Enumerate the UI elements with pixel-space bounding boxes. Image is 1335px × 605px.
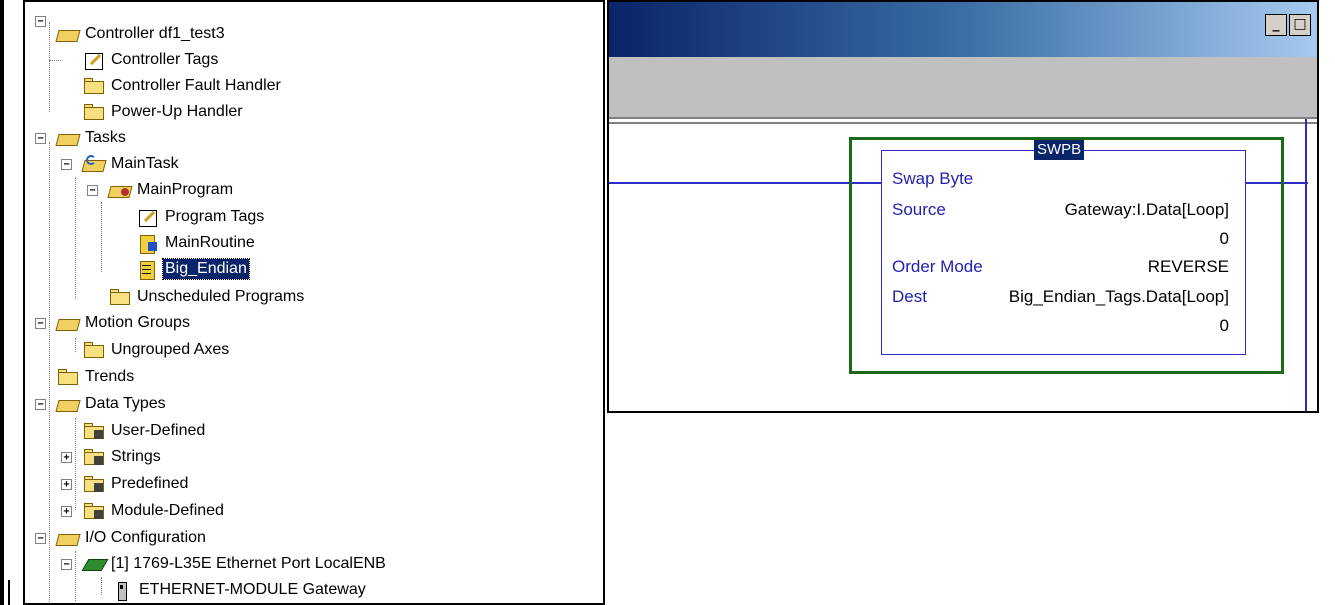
dest-value: 0 [1219, 316, 1229, 335]
source-value: 0 [1219, 229, 1229, 248]
folder-icon [83, 103, 105, 121]
collapse-icon[interactable]: − [61, 559, 72, 570]
tree-item-user-defined[interactable]: User-Defined [59, 418, 207, 444]
tree-label-tasks: Tasks [85, 129, 126, 146]
tree-label-controller-tags: Controller Tags [111, 51, 219, 68]
module-icon [111, 581, 133, 601]
ladder-rung-area[interactable]: SWPB Swap Byte Source Gateway:I.Data[Loo… [609, 119, 1317, 411]
tree-label-main-routine: MainRoutine [165, 234, 255, 251]
tree-item-motion-groups[interactable]: − Motion Groups [33, 310, 192, 336]
folder-icon [57, 368, 79, 386]
tree-label-predefined: Predefined [111, 475, 189, 492]
datatype-folder-icon [83, 448, 105, 466]
instruction-name[interactable]: SWPB [1034, 140, 1085, 160]
open-folder-icon [55, 129, 81, 147]
task-folder-icon [81, 155, 107, 173]
tree-item-controller[interactable]: − Controller df1_test3 [33, 16, 227, 47]
right-power-rail [1305, 119, 1307, 411]
open-folder-icon [55, 529, 81, 547]
tree-item-strings[interactable]: + Strings [59, 444, 163, 470]
tree-label-io-configuration: I/O Configuration [85, 529, 206, 546]
collapse-icon[interactable]: − [35, 133, 46, 144]
tree-item-main-program[interactable]: − MainProgram [85, 177, 235, 203]
controller-organizer-tree[interactable]: − Controller df1_test3 Controller Tags C… [23, 0, 605, 605]
tree-label-module-defined: Module-Defined [111, 502, 224, 519]
ladder-editor-window[interactable]: _ □ SWPB Swap Byte Source Gateway:I.Data… [607, 0, 1319, 413]
tree-label-controller: Controller df1_test3 [85, 25, 225, 42]
collapse-icon[interactable]: − [35, 399, 46, 410]
tree-label-strings: Strings [111, 448, 161, 465]
window-title-bar[interactable]: _ □ [609, 2, 1317, 57]
tags-edit-icon [83, 51, 105, 70]
restore-button[interactable]: □ [1289, 14, 1311, 36]
folder-icon [109, 288, 131, 306]
tree-item-program-tags[interactable]: Program Tags [137, 204, 266, 230]
tree-item-trends[interactable]: Trends [33, 364, 136, 390]
expand-icon[interactable]: + [61, 479, 72, 490]
tree-label-big-endian: Big_Endian [162, 258, 250, 280]
open-folder-icon [55, 395, 81, 413]
tree-item-big-endian[interactable]: Big_Endian [137, 256, 250, 282]
expand-icon[interactable]: + [61, 506, 72, 517]
tree-label-powerup-handler: Power-Up Handler [111, 103, 243, 120]
tags-edit-icon [137, 208, 159, 227]
tree-label-ethernet-port: [1] 1769-L35E Ethernet Port LocalENB [111, 555, 386, 572]
tree-label-user-defined: User-Defined [111, 422, 206, 439]
tree-label-main-program: MainProgram [137, 181, 234, 198]
rung-divider [609, 122, 1317, 124]
expand-icon[interactable]: + [61, 452, 72, 463]
collapse-icon[interactable]: − [87, 185, 98, 196]
tree-item-predefined[interactable]: + Predefined [59, 471, 190, 497]
instruction-description: Swap Byte [892, 169, 974, 188]
collapse-icon[interactable]: − [35, 533, 46, 544]
tree-item-io-configuration[interactable]: − I/O Configuration [33, 525, 208, 551]
tree-item-main-routine[interactable]: MainRoutine [137, 230, 257, 256]
folder-icon [83, 77, 105, 95]
tree-item-powerup-handler[interactable]: Power-Up Handler [59, 99, 245, 125]
tree-item-main-task[interactable]: − MainTask [59, 151, 181, 177]
order-mode-value[interactable]: REVERSE [1148, 257, 1229, 277]
editor-toolbar [609, 57, 1317, 119]
left-edge-bar-lower [8, 580, 10, 605]
folder-icon [83, 341, 105, 359]
tree-label-fault-handler: Controller Fault Handler [111, 77, 281, 94]
dest-operand[interactable]: Big_Endian_Tags.Data[Loop] [1009, 287, 1229, 307]
rung-wire-left [609, 182, 849, 184]
tree-item-fault-handler[interactable]: Controller Fault Handler [59, 73, 283, 99]
datatype-folder-icon [83, 422, 105, 440]
order-mode-label: Order Mode [892, 257, 983, 276]
tree-item-controller-tags[interactable]: Controller Tags [49, 47, 220, 73]
left-edge-bar [0, 0, 4, 605]
datatype-folder-icon [83, 475, 105, 493]
collapse-icon[interactable]: − [61, 159, 72, 170]
source-label: Source [892, 200, 946, 219]
tree-label-motion-groups: Motion Groups [85, 314, 190, 331]
collapse-icon[interactable]: − [35, 16, 46, 27]
collapse-icon[interactable]: − [35, 318, 46, 329]
tree-label-data-types: Data Types [85, 395, 166, 412]
tree-item-tasks[interactable]: − Tasks [33, 125, 128, 151]
tree-item-ethernet-port[interactable]: − [1] 1769-L35E Ethernet Port LocalENB [59, 551, 388, 577]
tree-label-ungrouped-axes: Ungrouped Axes [111, 341, 230, 358]
source-operand[interactable]: Gateway:I.Data[Loop] [1065, 200, 1229, 220]
routine-icon [137, 260, 159, 280]
tree-item-module-defined[interactable]: + Module-Defined [59, 498, 226, 524]
tree-label-trends: Trends [85, 368, 135, 385]
tree-item-ungrouped-axes[interactable]: Ungrouped Axes [59, 337, 231, 363]
program-folder-icon [107, 181, 133, 199]
tree-label-ethernet-module: ETHERNET-MODULE Gateway [139, 581, 366, 598]
tree-label-main-task: MainTask [111, 155, 179, 172]
tree-item-ethernet-module[interactable]: ETHERNET-MODULE Gateway [111, 577, 368, 603]
tree-item-data-types[interactable]: − Data Types [33, 391, 168, 417]
open-folder-icon [55, 314, 81, 332]
datatype-folder-icon [83, 502, 105, 520]
network-card-icon [81, 555, 109, 573]
dest-label: Dest [892, 287, 927, 306]
minimize-button[interactable]: _ [1265, 14, 1287, 36]
tree-label-program-tags: Program Tags [165, 208, 265, 225]
tree-label-unscheduled: Unscheduled Programs [137, 288, 305, 305]
tree-item-unscheduled[interactable]: Unscheduled Programs [85, 284, 306, 310]
open-folder-icon [55, 25, 81, 43]
main-routine-icon [137, 234, 159, 254]
